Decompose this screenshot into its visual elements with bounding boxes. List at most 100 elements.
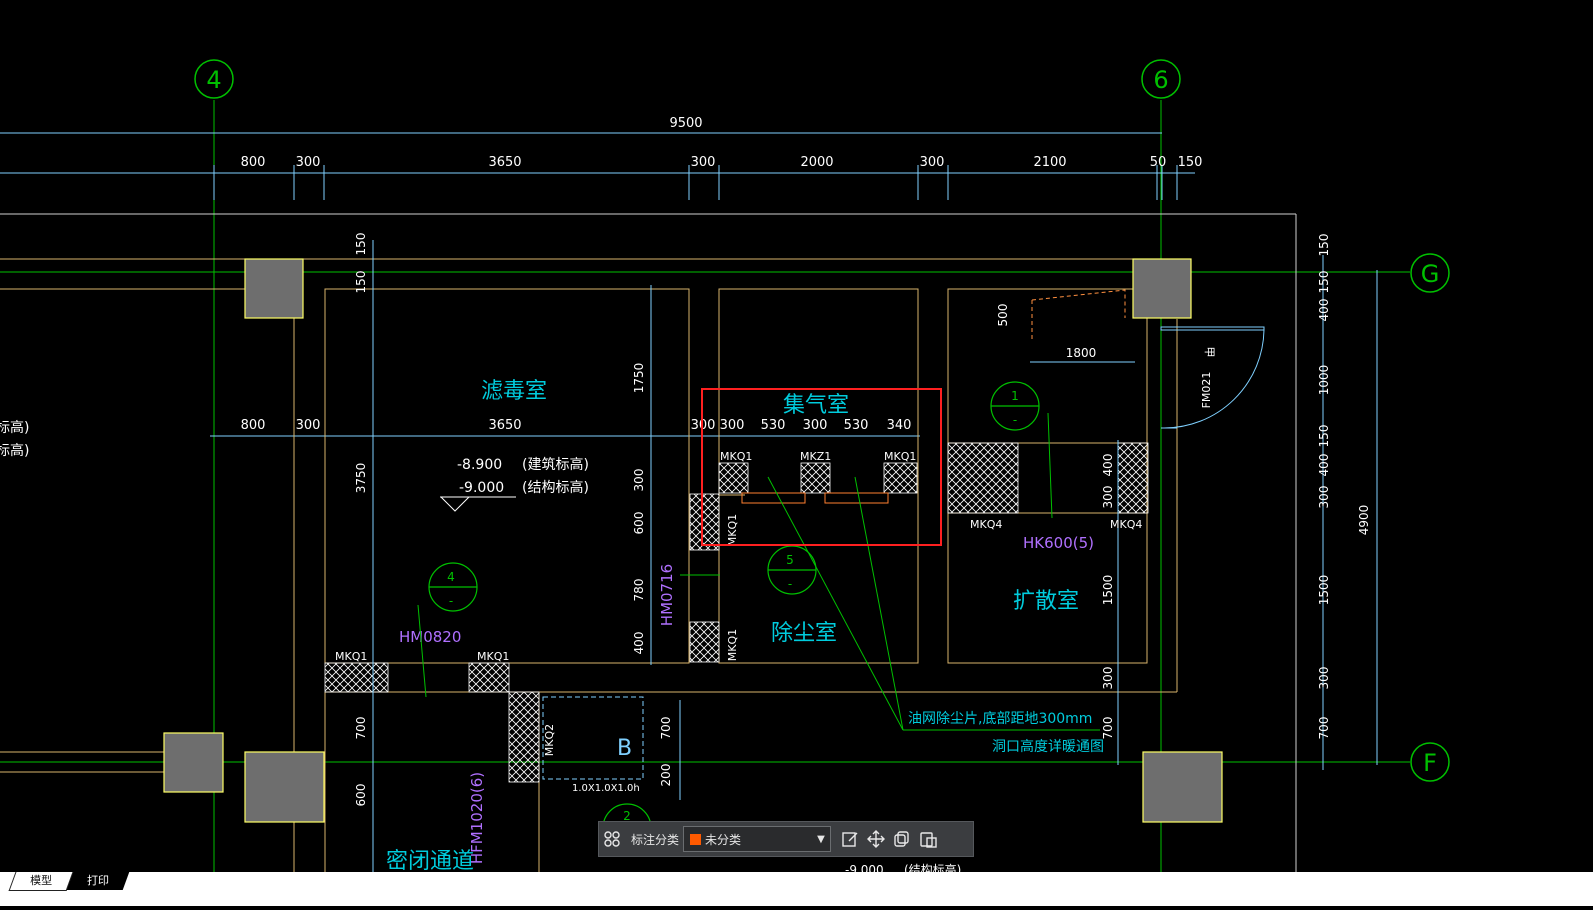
svg-text:300: 300 xyxy=(1317,486,1331,509)
tab-print[interactable]: 打印 xyxy=(66,872,130,890)
svg-text:150: 150 xyxy=(354,271,368,294)
svg-text:1: 1 xyxy=(1011,389,1019,403)
room-diffuse-label: 扩散室 xyxy=(1013,589,1079,614)
tab-model[interactable]: 模型 xyxy=(8,872,74,891)
svg-text:150: 150 xyxy=(1178,155,1203,170)
svg-text:标高): 标高) xyxy=(0,442,29,459)
svg-text:800: 800 xyxy=(241,418,266,433)
svg-text:400: 400 xyxy=(1317,299,1331,322)
svg-text:-: - xyxy=(788,577,792,591)
svg-text:2100: 2100 xyxy=(1033,155,1066,170)
svg-text:400: 400 xyxy=(632,632,646,655)
paste-icon[interactable] xyxy=(915,826,941,852)
svg-text:700: 700 xyxy=(1101,717,1115,740)
svg-text:5: 5 xyxy=(786,553,794,567)
svg-text:1500: 1500 xyxy=(1101,575,1115,606)
svg-text:6: 6 xyxy=(1153,66,1168,94)
svg-text:500: 500 xyxy=(996,304,1010,327)
svg-text:1000: 1000 xyxy=(1317,365,1331,396)
svg-text:F: F xyxy=(1423,749,1437,777)
svg-text:(结构标高): (结构标高) xyxy=(522,479,589,496)
svg-text:600: 600 xyxy=(632,512,646,535)
axis-bubble-4: 4 xyxy=(194,59,234,99)
column xyxy=(163,732,224,793)
svg-text:150: 150 xyxy=(1317,425,1331,448)
tag-hm0820: HM0820 xyxy=(399,628,461,646)
dim-mid-segments: 800 300 3650 300 xyxy=(241,418,716,433)
copy-icon[interactable] xyxy=(889,826,915,852)
svg-text:1.0X1.0X1.0h: 1.0X1.0X1.0h xyxy=(572,783,640,794)
svg-text:4: 4 xyxy=(206,66,221,94)
column xyxy=(1142,751,1223,823)
svg-text:300: 300 xyxy=(920,155,945,170)
axis-bubble-f: F xyxy=(1410,742,1450,782)
chevron-down-icon: ▼ xyxy=(817,833,825,845)
svg-text:(建筑标高): (建筑标高) xyxy=(522,456,589,473)
room-dust-label: 除尘室 xyxy=(771,621,837,646)
svg-text:800: 800 xyxy=(241,155,266,170)
svg-text:MKQ1: MKQ1 xyxy=(884,450,916,463)
svg-text:-: - xyxy=(449,594,453,608)
room-filter-label: 滤毒室 xyxy=(481,379,547,404)
svg-text:300: 300 xyxy=(632,469,646,492)
column xyxy=(1132,258,1192,319)
svg-text:150: 150 xyxy=(1317,271,1331,294)
layout-tab-bar: 模型 打印 xyxy=(0,872,1593,906)
edit-icon[interactable] xyxy=(837,826,863,852)
svg-text:B: B xyxy=(617,736,632,761)
svg-text:HM0716: HM0716 xyxy=(658,564,676,626)
svg-text:150: 150 xyxy=(1317,234,1331,257)
svg-text:600: 600 xyxy=(354,784,368,807)
dim-gas-segments: 300 530 300 530 340 xyxy=(720,418,912,433)
note-line-2: 洞口高度详暖通图 xyxy=(992,738,1104,755)
svg-text:1500: 1500 xyxy=(1317,575,1331,606)
svg-text:400: 400 xyxy=(1101,454,1115,477)
svg-text:4900: 4900 xyxy=(1357,505,1371,536)
dim-total-top: 9500 xyxy=(669,116,702,131)
category-color-swatch xyxy=(690,833,702,845)
svg-text:50: 50 xyxy=(1150,155,1167,170)
svg-text:780: 780 xyxy=(632,579,646,602)
svg-text:标高): 标高) xyxy=(0,419,29,436)
svg-text:2000: 2000 xyxy=(800,155,833,170)
note-line-1: 油网除尘片,底部距地300mm xyxy=(908,711,1092,727)
svg-text:1800: 1800 xyxy=(1066,346,1097,360)
svg-text:300: 300 xyxy=(720,418,745,433)
svg-text:MKQ1: MKQ1 xyxy=(726,629,739,661)
svg-text:MKQ4: MKQ4 xyxy=(1110,518,1142,531)
svg-text:-9.000: -9.000 xyxy=(459,480,504,496)
svg-text:300: 300 xyxy=(1101,486,1115,509)
category-grid-icon[interactable] xyxy=(599,826,625,852)
svg-text:1750: 1750 xyxy=(632,363,646,394)
svg-text:700: 700 xyxy=(659,717,673,740)
svg-text:MKQ2: MKQ2 xyxy=(543,724,556,756)
svg-text:HFM1020(6): HFM1020(6) xyxy=(468,772,486,864)
toolbar-label: 标注分类 xyxy=(631,832,680,847)
svg-text:MKQ1: MKQ1 xyxy=(720,450,752,463)
svg-text:MKQ4: MKQ4 xyxy=(970,518,1002,531)
svg-text:300: 300 xyxy=(296,155,321,170)
svg-text:4: 4 xyxy=(447,570,455,584)
svg-text:G: G xyxy=(1421,260,1440,288)
tag-hk600: HK600(5) xyxy=(1023,534,1094,552)
floor-plan-drawing: 4 6 G F 9500 800 300 3650 300 2000 300 2… xyxy=(0,59,1450,877)
category-select-value: 未分类 xyxy=(705,832,742,847)
svg-text:340: 340 xyxy=(887,418,912,433)
axis-bubble-g: G xyxy=(1410,253,1450,293)
annotation-toolbar: 标注分类 未分类 ▼ xyxy=(598,821,974,857)
svg-text:300: 300 xyxy=(1101,667,1115,690)
axis-bubble-6: 6 xyxy=(1141,59,1181,99)
svg-text:3650: 3650 xyxy=(488,155,521,170)
svg-text:甲: 甲 xyxy=(1203,347,1216,358)
svg-text:700: 700 xyxy=(1317,717,1331,740)
cad-drawing-canvas[interactable]: 4 6 G F 9500 800 300 3650 300 2000 300 2… xyxy=(0,0,1593,906)
svg-text:530: 530 xyxy=(761,418,786,433)
move-icon[interactable] xyxy=(863,826,889,852)
room-passage-label: 密闭通道 xyxy=(386,849,474,874)
category-select[interactable]: 未分类 ▼ xyxy=(683,826,832,852)
svg-text:300: 300 xyxy=(296,418,321,433)
svg-text:MKQ1: MKQ1 xyxy=(477,650,509,663)
svg-text:-8.900: -8.900 xyxy=(457,457,502,473)
svg-text:MKZ1: MKZ1 xyxy=(800,450,831,463)
svg-text:300: 300 xyxy=(691,155,716,170)
